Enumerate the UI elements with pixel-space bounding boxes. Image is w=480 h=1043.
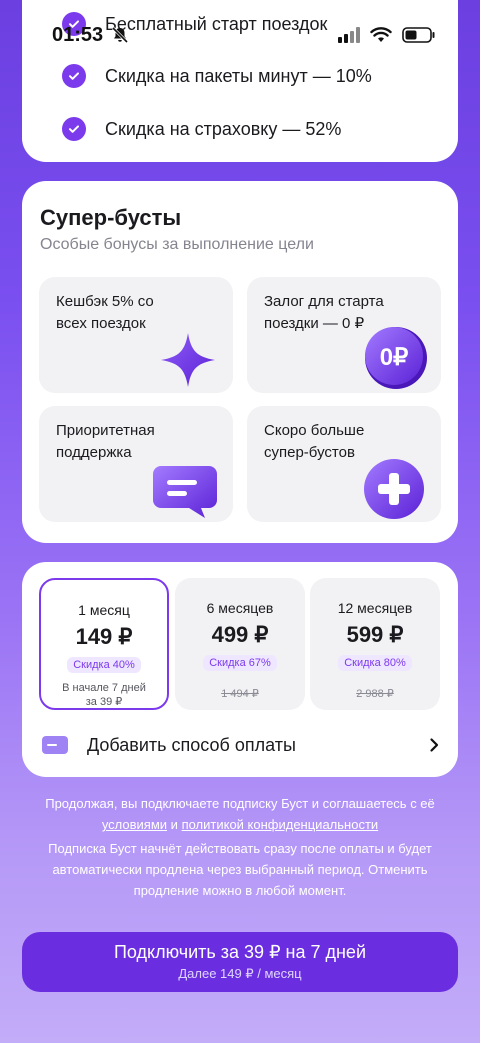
plan-price: 149 ₽: [75, 624, 133, 649]
boost-tile-cashback: Кешбэк 5% со всех поездок: [39, 277, 233, 393]
boost-tile-support: Приоритетная поддержка: [39, 406, 233, 522]
boost-tile-text: Кешбэк 5% со всех поездок: [56, 293, 154, 332]
star-sparkle-icon: [161, 333, 215, 387]
consent-and: и: [170, 817, 178, 832]
plans-card: 1 месяц 149 ₽ Скидка 40% В начале 7 дней…: [22, 562, 458, 777]
benefit-text: Скидка на страховку — 52%: [105, 118, 342, 139]
plan-term: 1 месяц: [78, 602, 130, 618]
status-time: 01:53: [52, 24, 104, 46]
check-icon: [62, 117, 86, 141]
chevron-right-icon: [430, 738, 439, 752]
benefit-item: Скидка на пакеты минут — 10%: [62, 64, 372, 88]
subscribe-button-sublabel: Далее 149 ₽ / месяц: [178, 966, 302, 981]
plan-option-12-months[interactable]: 12 месяцев 599 ₽ Скидка 80% 2 988 ₽: [310, 578, 440, 710]
boost-tile-coming-soon: Скоро больше супер-бустов: [247, 406, 441, 522]
benefit-item: Скидка на страховку — 52%: [62, 117, 341, 141]
battery-icon: [402, 27, 435, 43]
add-payment-method-row[interactable]: Добавить способ оплаты: [42, 730, 442, 760]
zero-ruble-coin-icon: 0₽: [365, 327, 427, 389]
wifi-icon: [370, 27, 392, 42]
renewal-text: Подписка Буст начнёт действовать сразу п…: [48, 841, 432, 898]
benefit-text: Скидка на пакеты минут — 10%: [105, 65, 372, 86]
consent-prefix: Продолжая, вы подключаете подписку Буст …: [45, 796, 435, 811]
plan-option-1-month[interactable]: 1 месяц 149 ₽ Скидка 40% В начале 7 дней…: [39, 578, 169, 710]
plan-term: 6 месяцев: [206, 600, 274, 616]
plan-option-6-months[interactable]: 6 месяцев 499 ₽ Скидка 67% 1 494 ₽: [175, 578, 305, 710]
plan-price: 599 ₽: [346, 622, 404, 647]
super-boosts-subtitle: Особые бонусы за выполнение цели: [40, 236, 314, 253]
card-icon: [42, 736, 68, 754]
plan-note: В начале 7 дней за 39 ₽: [62, 682, 146, 708]
privacy-policy-link[interactable]: политикой конфиденциальности: [182, 817, 379, 832]
subscribe-button-label: Подключить за 39 ₽ на 7 дней: [113, 942, 366, 962]
plan-discount-badge: Скидка 40%: [67, 657, 141, 673]
signal-icon: [338, 27, 360, 43]
plan-old-price: 1 494 ₽: [221, 688, 259, 700]
add-payment-method-label: Добавить способ оплаты: [87, 734, 296, 755]
check-icon: [62, 64, 86, 88]
terms-link[interactable]: условиями: [102, 817, 167, 832]
status-icons: [338, 27, 436, 43]
chat-bubble-icon: [153, 466, 217, 518]
plan-discount-badge: Скидка 67%: [203, 655, 277, 671]
plus-circle-icon: [364, 459, 424, 519]
plan-price: 499 ₽: [211, 622, 269, 647]
benefit-text: Бесплатный старт поездок: [105, 13, 328, 34]
super-boosts-title: Супер-бусты: [40, 205, 182, 230]
consent-text: Продолжая, вы подключаете подписку Буст …: [30, 793, 450, 835]
plan-term: 12 месяцев: [337, 600, 413, 616]
super-boosts-card: Супер-бусты Особые бонусы за выполнение …: [22, 181, 458, 543]
plan-discount-badge: Скидка 80%: [338, 655, 412, 671]
coin-label: 0₽: [380, 344, 409, 371]
plan-old-price: 2 988 ₽: [356, 688, 394, 700]
bell-muted-icon: [111, 26, 129, 44]
boost-tile-text: Приоритетная поддержка: [56, 422, 155, 461]
boost-tile-deposit: Залог для старта поездки — 0 ₽ 0₽: [247, 277, 441, 393]
subscribe-button[interactable]: Подключить за 39 ₽ на 7 дней Далее 149 ₽…: [22, 932, 458, 992]
boost-tile-text: Скоро больше супер-бустов: [264, 422, 365, 461]
